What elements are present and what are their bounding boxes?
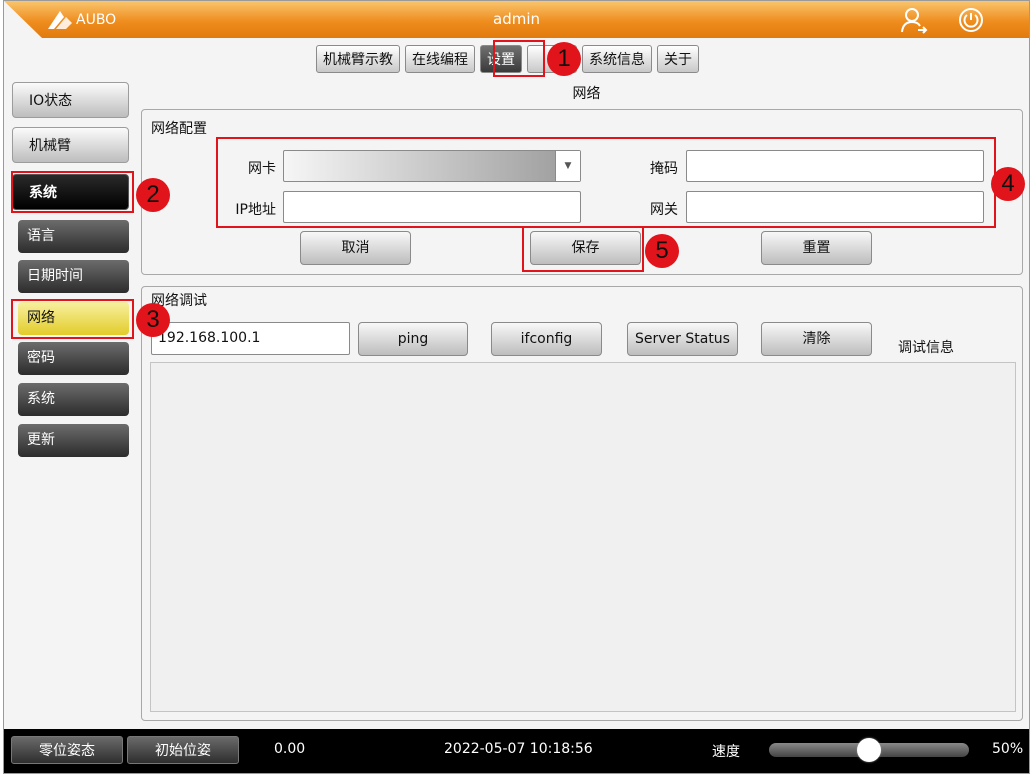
ip-address-input[interactable]	[283, 191, 581, 223]
cancel-button[interactable]: 取消	[300, 231, 411, 265]
sidebar-sub-datetime[interactable]: 日期时间	[18, 260, 129, 293]
speed-percent: 50%	[992, 741, 1024, 757]
tab-arm-teaching[interactable]: 机械臂示教	[316, 45, 400, 73]
annotation-badge-2: 2	[136, 178, 170, 212]
clear-button[interactable]: 清除	[761, 322, 872, 356]
power-icon[interactable]	[957, 6, 985, 34]
debug-info-label: 调试信息	[898, 340, 954, 356]
init-pose-button[interactable]: 初始位姿	[127, 736, 239, 764]
sidebar-sub-language[interactable]: 语言	[18, 220, 129, 253]
mask-input[interactable]	[686, 150, 984, 182]
speed-slider-thumb[interactable]	[857, 738, 881, 762]
network-config-title: 网络配置	[151, 121, 207, 137]
mask-label: 掩码	[650, 161, 678, 177]
speed-label: 速度	[712, 744, 740, 760]
speed-slider[interactable]	[769, 738, 969, 762]
header-bar: AUBO admin	[4, 1, 1029, 38]
main-tabs: 机械臂示教 在线编程 设置 系统信息 关于	[316, 45, 699, 73]
chevron-down-icon: ▼	[555, 151, 580, 181]
user-logout-icon[interactable]	[900, 6, 928, 34]
tab-online-programming[interactable]: 在线编程	[405, 45, 475, 73]
sidebar-item-arm[interactable]: 机械臂	[12, 127, 129, 163]
sidebar-sub-network[interactable]: 网络	[18, 302, 129, 335]
reset-button[interactable]: 重置	[761, 231, 872, 265]
sidebar-sub-update[interactable]: 更新	[18, 424, 129, 457]
network-debug-panel: 网络调试 192.168.100.1 ping ifconfig Server …	[141, 286, 1023, 721]
save-button[interactable]: 保存	[530, 231, 641, 265]
annotation-badge-5: 5	[645, 234, 679, 268]
annotation-badge-3: 3	[136, 303, 170, 337]
tab-about[interactable]: 关于	[657, 45, 699, 73]
header-title: admin	[493, 10, 540, 28]
ping-button[interactable]: ping	[358, 322, 468, 356]
footer-datetime: 2022-05-07 10:18:56	[444, 741, 593, 757]
app-window: AUBO admin 机械臂示教 在线编程 设置 系统信息 关于 网络 IO状态…	[3, 0, 1030, 774]
sidebar-sub-password[interactable]: 密码	[18, 342, 129, 375]
debug-ip-input[interactable]: 192.168.100.1	[151, 322, 350, 355]
gateway-input[interactable]	[686, 191, 984, 223]
network-config-panel: 网络配置 网卡 ▼ IP地址 掩码 网关 取消 保存 重置	[141, 109, 1023, 275]
nic-label: 网卡	[248, 161, 276, 177]
server-status-button[interactable]: Server Status	[627, 322, 738, 356]
debug-output-area[interactable]	[150, 362, 1016, 712]
gateway-label: 网关	[650, 202, 678, 218]
ifconfig-button[interactable]: ifconfig	[491, 322, 602, 356]
nic-select[interactable]: ▼	[283, 150, 581, 182]
zero-pose-button[interactable]: 零位姿态	[11, 736, 123, 764]
sidebar-item-io-status[interactable]: IO状态	[12, 82, 129, 118]
annotation-badge-4: 4	[991, 167, 1025, 201]
sidebar-item-system[interactable]: 系统	[12, 174, 129, 210]
tab-system-info[interactable]: 系统信息	[582, 45, 652, 73]
section-title: 网络	[572, 86, 601, 102]
sidebar-sub-system[interactable]: 系统	[18, 383, 129, 416]
tab-settings[interactable]: 设置	[480, 45, 522, 73]
footer-value: 0.00	[274, 741, 306, 757]
annotation-badge-1: 1	[547, 42, 581, 76]
ip-label: IP地址	[235, 202, 276, 218]
footer-bar: 零位姿态 初始位姿 0.00 2022-05-07 10:18:56 速度 50…	[4, 729, 1029, 773]
